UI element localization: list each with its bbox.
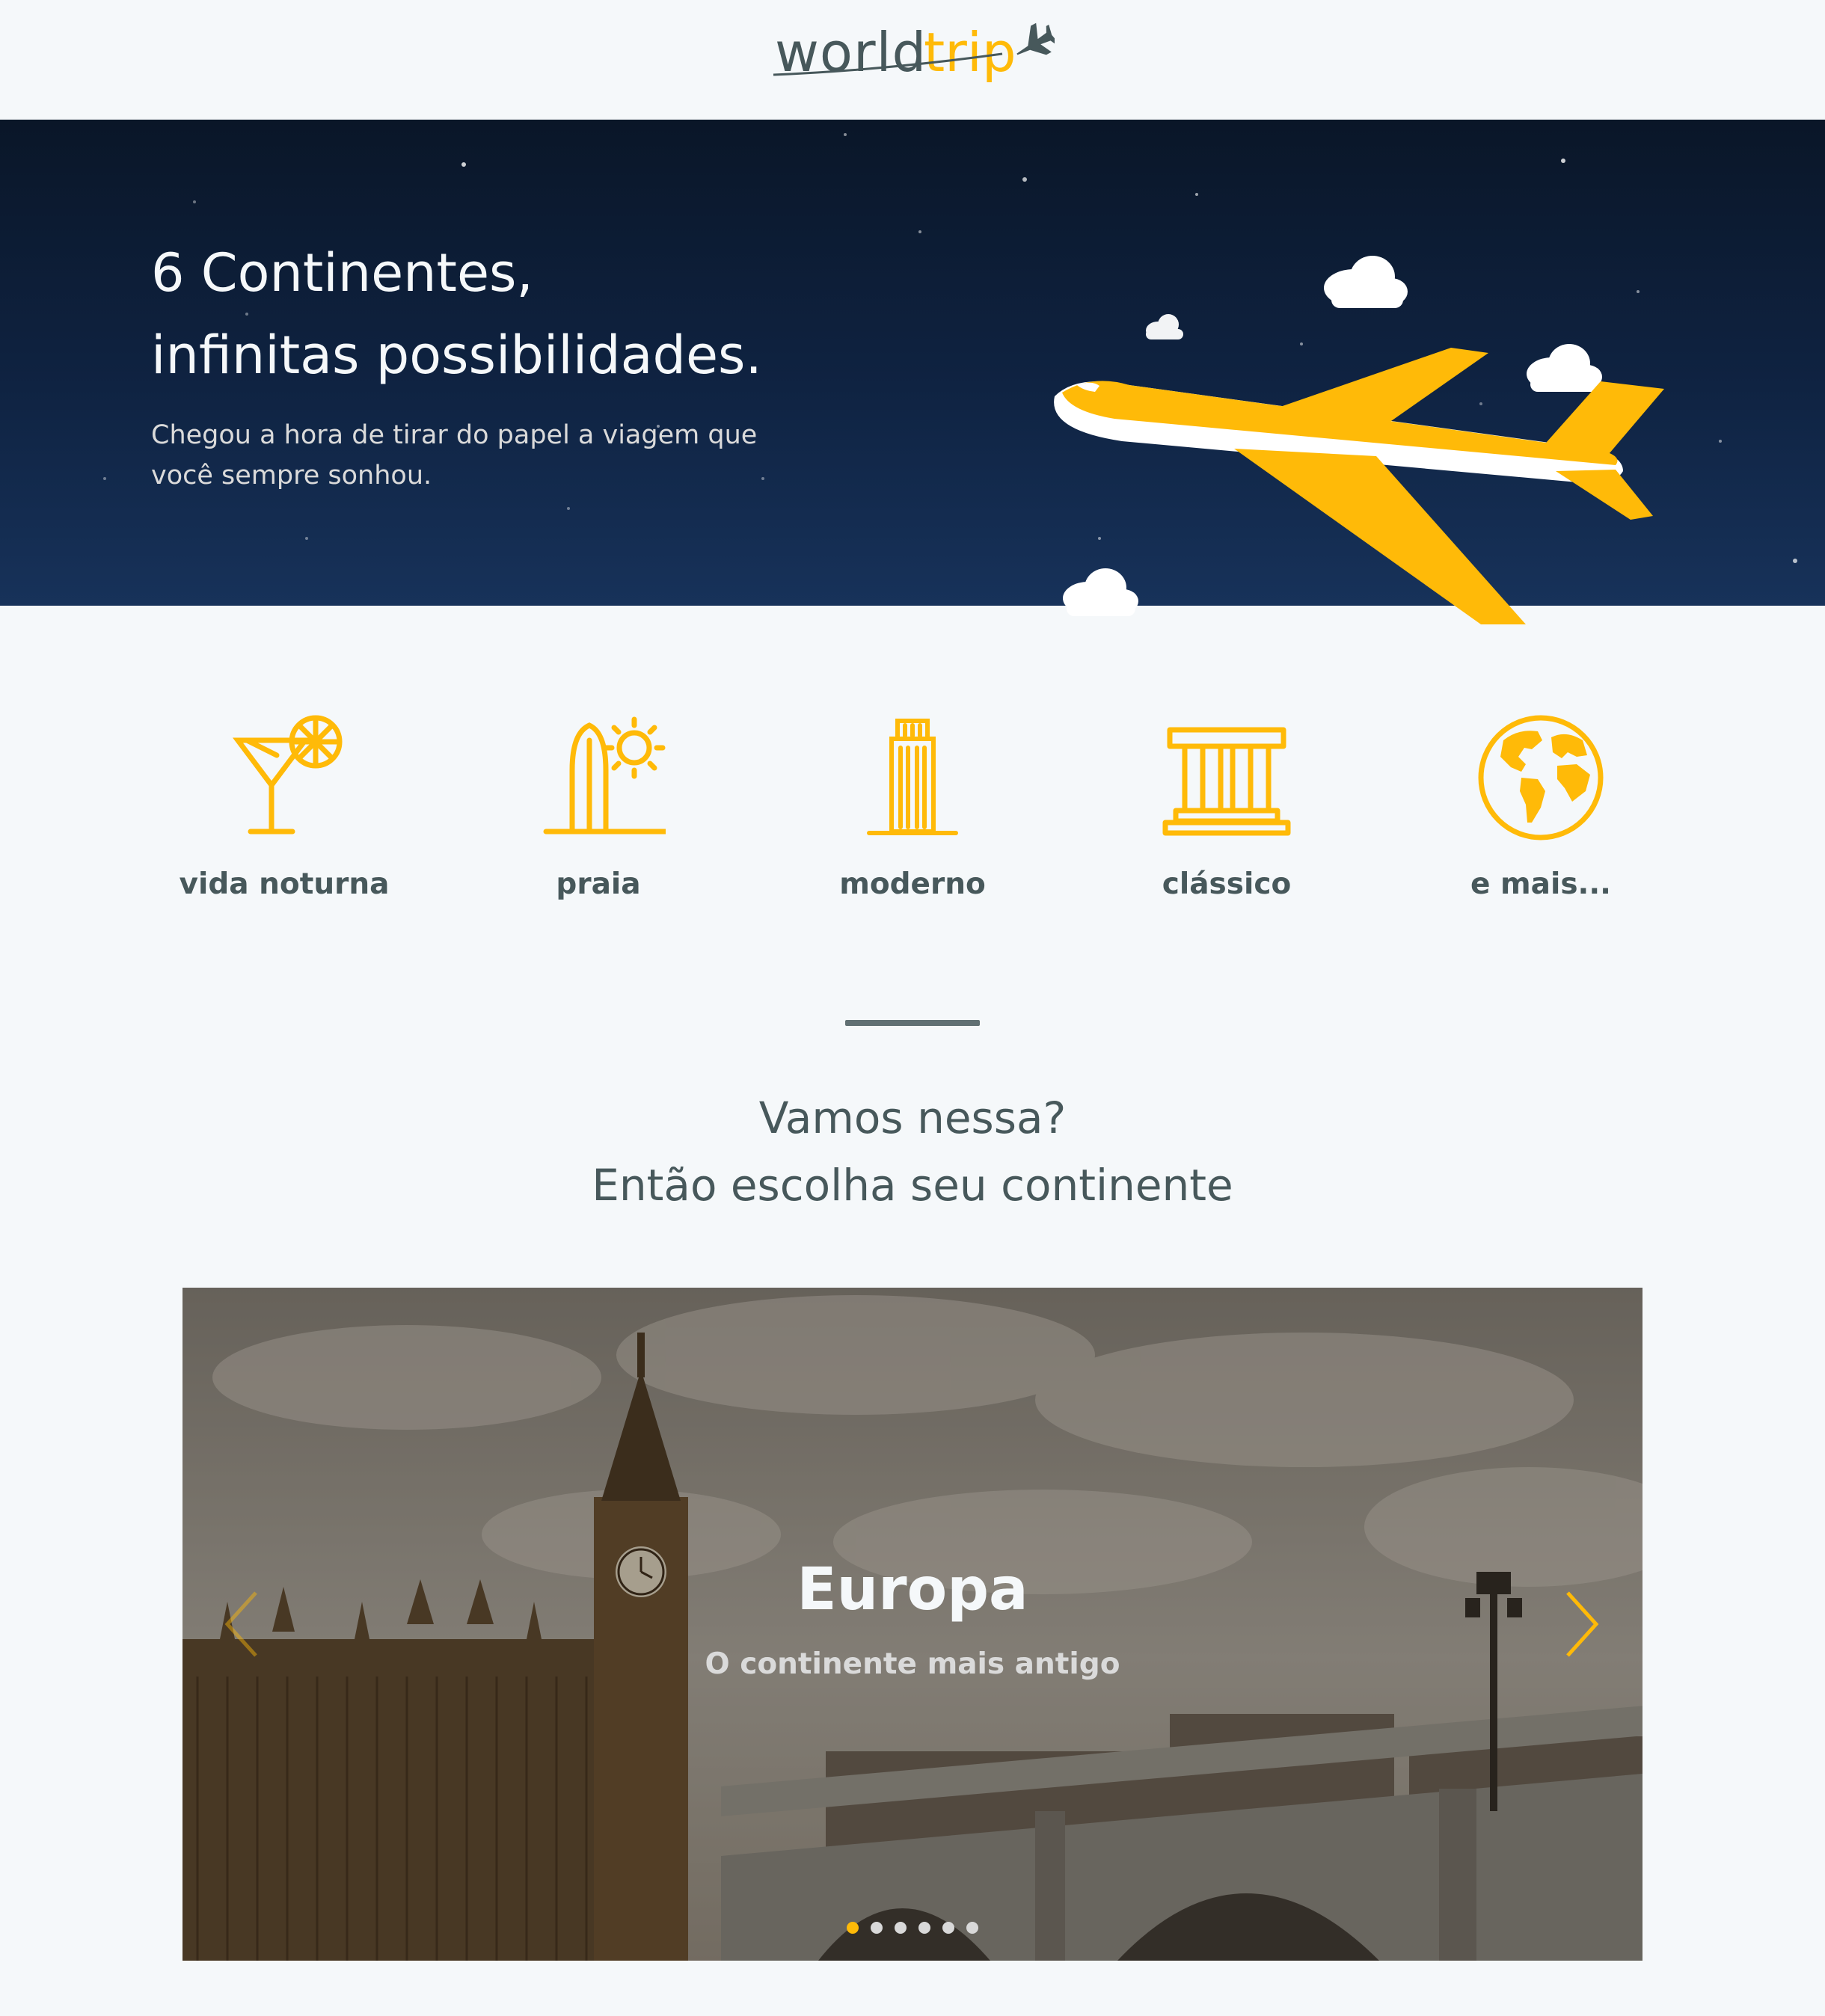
slide-subtitle: O continente mais antigo: [705, 1647, 1120, 1681]
worldtrip-logo[interactable]: world trip: [770, 22, 1055, 97]
cocktail-icon: [233, 715, 343, 835]
building-icon: [867, 719, 958, 835]
slider-dot[interactable]: [942, 1922, 954, 1934]
continent-slider[interactable]: Europa O continente mais antigo: [182, 1288, 1642, 1961]
airplane-illustration: [1054, 256, 1664, 624]
slider-dot[interactable]: [918, 1922, 930, 1934]
slide-title[interactable]: Europa: [182, 1561, 1642, 1619]
header: world trip: [0, 0, 1825, 120]
category-moderno[interactable]: moderno: [785, 710, 1040, 903]
cta-line1: Vamos nessa?: [758, 1092, 1067, 1143]
slider-dot[interactable]: [871, 1922, 883, 1934]
category-label: moderno: [839, 867, 986, 901]
banner-title-line2: infinitas possibilidades.: [151, 325, 762, 386]
banner-title: 6 Continentes, infinitas possibilidades.: [151, 232, 899, 396]
banner-title-line1: 6 Continentes,: [151, 242, 533, 304]
hero-banner: 6 Continentes, infinitas possibilidades.…: [0, 120, 1825, 624]
cta-line2: Então escolha seu continente: [592, 1160, 1233, 1211]
chevron-left-icon[interactable]: [220, 1587, 265, 1662]
section-divider: [845, 1020, 980, 1026]
continent-cta: Vamos nessa? Então escolha seu continent…: [0, 1084, 1825, 1219]
category-praia[interactable]: praia: [471, 710, 726, 903]
earth-icon: [1478, 715, 1604, 840]
category-e-mais[interactable]: e mais...: [1414, 710, 1668, 903]
airplane-icon: [1016, 22, 1055, 55]
slider-dot[interactable]: [966, 1922, 978, 1934]
banner-subtitle-line2: você sempre sonhou.: [151, 461, 432, 491]
chevron-right-icon[interactable]: [1559, 1587, 1604, 1662]
category-label: praia: [556, 867, 641, 901]
banner-subtitle-line1: Chegou a hora de tirar do papel a viagem…: [151, 420, 758, 450]
category-vida-noturna[interactable]: vida noturna: [157, 710, 411, 903]
travel-categories: vida noturna praia moderno clássico e ma…: [0, 710, 1825, 920]
banner-subtitle: Chegou a hora de tirar do papel a viagem…: [151, 415, 809, 496]
category-classico[interactable]: clássico: [1099, 710, 1354, 903]
category-label: vida noturna: [179, 867, 390, 901]
category-label: clássico: [1162, 867, 1292, 901]
category-label: e mais...: [1470, 867, 1611, 901]
surfboard-icon: [543, 716, 666, 835]
slider-pagination: [182, 1922, 1642, 1934]
museum-icon: [1162, 727, 1291, 836]
slider-dot[interactable]: [895, 1922, 907, 1934]
slide-overlay: [182, 1288, 1642, 1961]
slider-dot[interactable]: [847, 1922, 859, 1934]
